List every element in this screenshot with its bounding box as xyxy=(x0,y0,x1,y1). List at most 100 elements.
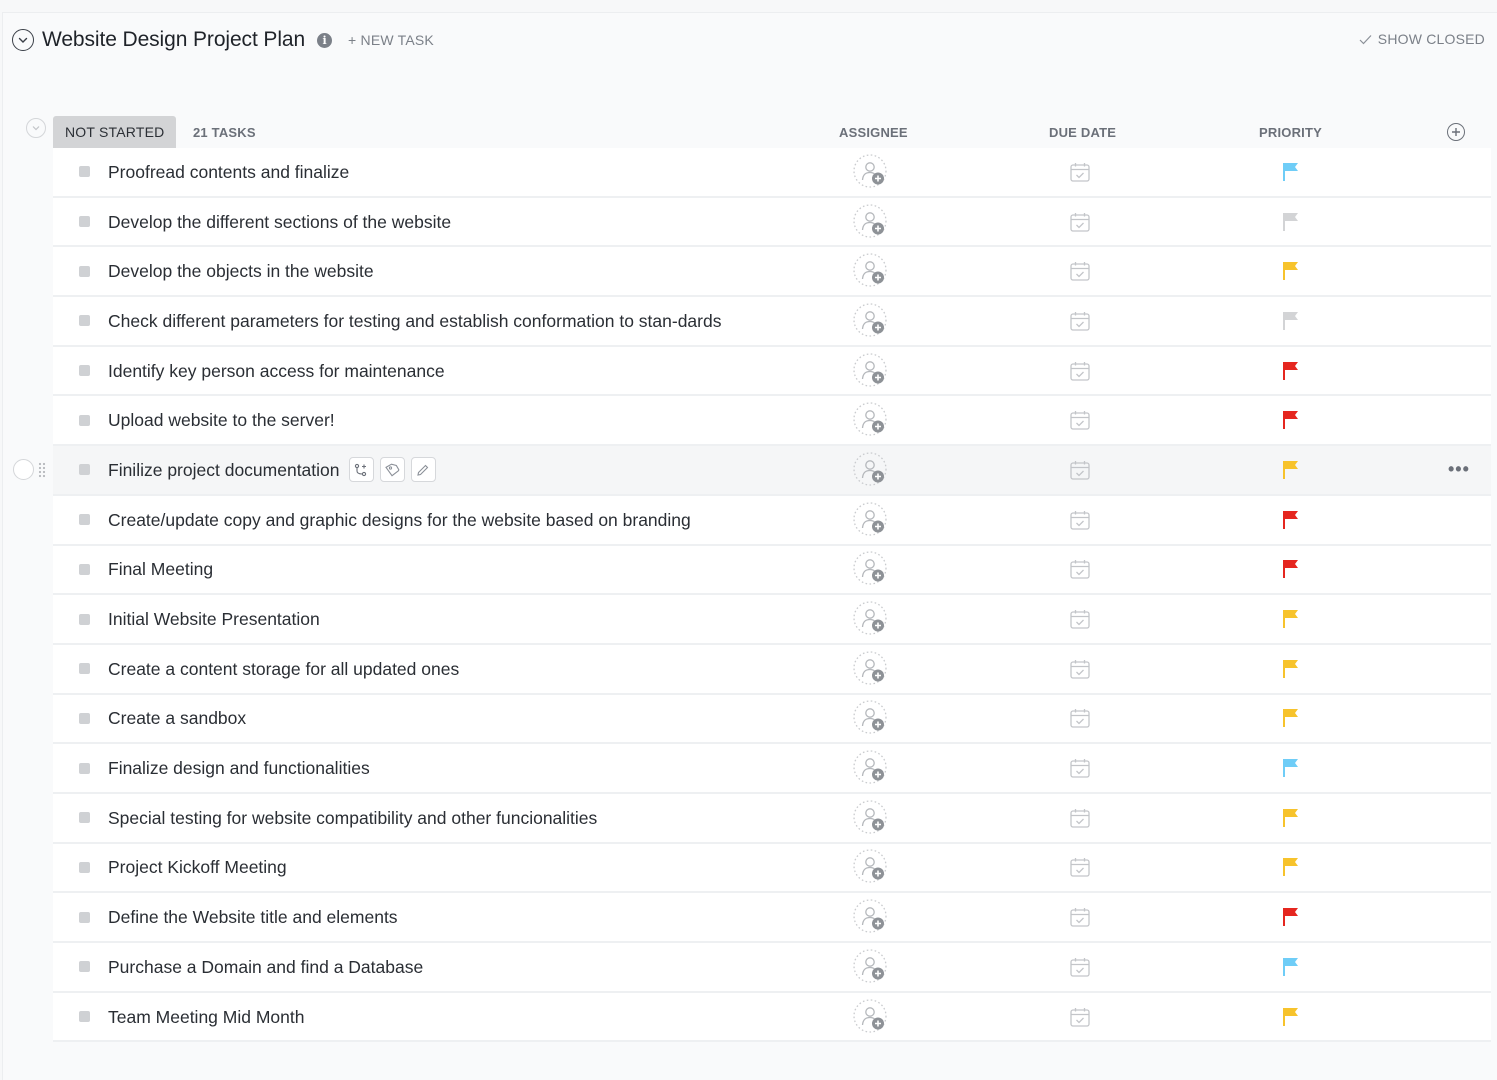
task-status-toggle[interactable] xyxy=(79,961,90,973)
assign-user-button[interactable] xyxy=(853,601,889,637)
task-status-toggle[interactable] xyxy=(79,414,90,426)
due-date-button[interactable] xyxy=(1069,757,1091,779)
task-name-text[interactable]: Proofread contents and finalize xyxy=(108,155,349,189)
task-status-toggle[interactable] xyxy=(79,464,90,476)
priority-flag-high[interactable] xyxy=(1281,260,1301,282)
due-date-button[interactable] xyxy=(1069,310,1091,332)
task-status-toggle[interactable] xyxy=(79,265,90,277)
task-name[interactable]: Team Meeting Mid Month xyxy=(108,1000,748,1034)
assign-user-button[interactable] xyxy=(853,849,889,885)
task-name-text[interactable]: Special testing for website compatibilit… xyxy=(108,801,597,835)
task-name[interactable]: Upload website to the server! xyxy=(108,403,748,437)
task-row[interactable]: Develop the different sections of the we… xyxy=(53,197,1491,248)
assign-user-button[interactable] xyxy=(853,352,889,389)
task-name-text[interactable]: Upload website to the server! xyxy=(108,403,335,437)
task-name-text[interactable]: Develop the different sections of the we… xyxy=(108,205,451,239)
task-name[interactable]: Identify key person access for maintenan… xyxy=(108,354,748,388)
task-name[interactable]: Define the Website title and elements xyxy=(108,900,748,934)
show-closed-toggle[interactable]: SHOW CLOSED xyxy=(1359,31,1485,47)
task-row[interactable]: Check different parameters for testing a… xyxy=(53,297,1491,347)
priority-flag-normal[interactable] xyxy=(1281,757,1301,779)
assign-user-button[interactable] xyxy=(853,402,889,438)
task-status-toggle[interactable] xyxy=(79,1011,90,1023)
priority-flag-urgent[interactable] xyxy=(1281,906,1301,928)
priority-flag-low[interactable] xyxy=(1281,310,1301,332)
task-name-text[interactable]: Purchase a Domain and find a Database xyxy=(108,950,423,984)
column-header-priority[interactable]: PRIORITY xyxy=(1259,125,1322,140)
task-row[interactable]: Initial Website Presentation xyxy=(53,595,1491,645)
task-row[interactable]: Develop the objects in the website xyxy=(53,247,1491,298)
assign-user-button[interactable] xyxy=(853,998,889,1035)
task-name[interactable]: Create/update copy and graphic designs f… xyxy=(108,503,748,537)
priority-flag-urgent[interactable] xyxy=(1281,509,1301,531)
due-date-button[interactable] xyxy=(1069,509,1091,531)
task-name[interactable]: Special testing for website compatibilit… xyxy=(108,801,748,835)
task-name-text[interactable]: Create/update copy and graphic designs f… xyxy=(108,503,691,537)
task-name[interactable]: Proofread contents and finalize xyxy=(108,155,748,189)
new-task-button[interactable]: + NEW TASK xyxy=(348,32,434,48)
collapse-group-button[interactable] xyxy=(26,118,46,138)
task-name-text[interactable]: Create a content storage for all updated… xyxy=(108,652,459,686)
task-name[interactable]: Purchase a Domain and find a Database xyxy=(108,950,748,984)
task-row[interactable]: Identify key person access for maintenan… xyxy=(53,346,1491,397)
due-date-button[interactable] xyxy=(1069,906,1091,928)
priority-flag-urgent[interactable] xyxy=(1281,558,1301,580)
task-name-text[interactable]: Check different parameters for testing a… xyxy=(108,304,721,338)
task-status-toggle[interactable] xyxy=(79,861,90,873)
rename-task-button[interactable] xyxy=(410,457,436,483)
due-date-button[interactable] xyxy=(1069,459,1091,481)
task-name-text[interactable]: Team Meeting Mid Month xyxy=(108,1000,304,1034)
add-column-button[interactable] xyxy=(1447,123,1465,141)
status-badge[interactable]: NOT STARTED xyxy=(53,116,177,148)
column-header-assignee[interactable]: ASSIGNEE xyxy=(839,125,908,140)
assign-user-button[interactable] xyxy=(853,800,889,836)
add-subtask-button[interactable] xyxy=(348,457,374,483)
assign-user-button[interactable] xyxy=(853,303,889,339)
assign-user-button[interactable] xyxy=(853,700,889,736)
assign-user-button[interactable] xyxy=(853,452,889,488)
task-row[interactable]: Purchase a Domain and find a Database xyxy=(53,943,1491,993)
priority-flag-high[interactable] xyxy=(1281,1006,1301,1028)
task-name[interactable]: Develop the different sections of the we… xyxy=(108,205,748,239)
task-name-text[interactable]: Final Meeting xyxy=(108,552,213,586)
task-status-toggle[interactable] xyxy=(79,216,90,228)
assign-user-button[interactable] xyxy=(853,750,889,786)
task-name-text[interactable]: Initial Website Presentation xyxy=(108,602,320,636)
due-date-button[interactable] xyxy=(1069,807,1091,829)
assign-user-button[interactable] xyxy=(853,203,889,240)
due-date-button[interactable] xyxy=(1069,707,1091,729)
due-date-button[interactable] xyxy=(1069,360,1091,382)
task-row[interactable]: Special testing for website compatibilit… xyxy=(53,793,1491,844)
priority-flag-urgent[interactable] xyxy=(1281,409,1301,431)
task-status-toggle[interactable] xyxy=(79,514,90,526)
due-date-button[interactable] xyxy=(1069,608,1091,630)
task-name[interactable]: Initial Website Presentation xyxy=(108,602,748,636)
task-name-text[interactable]: Define the Website title and elements xyxy=(108,900,398,934)
task-name-text[interactable]: Create a sandbox xyxy=(108,701,246,735)
task-row[interactable]: Proofread contents and finalize xyxy=(53,148,1491,198)
priority-flag-high[interactable] xyxy=(1281,856,1301,878)
assign-user-button[interactable] xyxy=(853,154,889,190)
task-name-text[interactable]: Develop the objects in the website xyxy=(108,254,374,288)
due-date-button[interactable] xyxy=(1069,161,1091,183)
task-row[interactable]: Finilize project documentation ••• xyxy=(13,446,1491,496)
due-date-button[interactable] xyxy=(1069,558,1091,580)
assign-user-button[interactable] xyxy=(853,899,889,935)
assign-user-button[interactable] xyxy=(853,253,889,289)
assign-user-button[interactable] xyxy=(853,502,889,538)
due-date-button[interactable] xyxy=(1069,1006,1091,1028)
task-row[interactable]: Project Kickoff Meeting xyxy=(53,843,1491,894)
priority-flag-high[interactable] xyxy=(1281,807,1301,829)
task-name-text[interactable]: Identify key person access for maintenan… xyxy=(108,354,445,388)
task-name[interactable]: Finalize design and functionalities xyxy=(108,751,748,785)
task-name-text[interactable]: Project Kickoff Meeting xyxy=(108,850,287,884)
drag-handle-icon[interactable] xyxy=(38,462,46,478)
task-row[interactable]: Team Meeting Mid Month xyxy=(53,992,1491,1043)
task-name[interactable]: Project Kickoff Meeting xyxy=(108,850,748,884)
task-name[interactable]: Create a sandbox xyxy=(108,701,748,735)
task-row[interactable]: Create a sandbox xyxy=(53,694,1491,745)
task-name[interactable]: Finilize project documentation xyxy=(108,453,748,487)
collapse-list-button[interactable] xyxy=(12,29,34,51)
task-row[interactable]: Upload website to the server! xyxy=(53,396,1491,447)
task-status-toggle[interactable] xyxy=(79,663,90,675)
